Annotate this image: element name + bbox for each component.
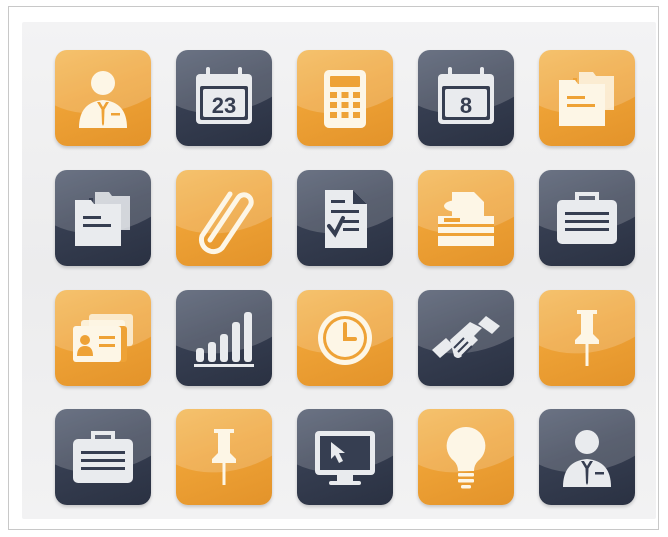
- calendar-day-label: 23: [212, 93, 236, 118]
- handshake-icon: [432, 316, 500, 358]
- monitor-tile[interactable]: [297, 409, 393, 505]
- briefcase-icon: [73, 431, 133, 483]
- clock-tile[interactable]: [297, 290, 393, 386]
- light-bulb-tile[interactable]: [418, 409, 514, 505]
- paperclip-tile[interactable]: [176, 170, 272, 266]
- pushpin-tile[interactable]: [539, 290, 635, 386]
- folders-icon: [75, 192, 130, 246]
- paperclip-icon: [198, 191, 254, 255]
- folders-icon: [559, 72, 614, 126]
- monitor-cursor-icon: [315, 431, 375, 485]
- checklist-tile[interactable]: [297, 170, 393, 266]
- calendar-23-tile[interactable]: 23: [176, 50, 272, 146]
- briefcase-tile[interactable]: [55, 409, 151, 505]
- pushpin-icon: [212, 429, 236, 485]
- calendar-icon: 23: [196, 67, 252, 124]
- briefcase-icon: [557, 192, 617, 244]
- checklist-document-icon: [325, 190, 367, 248]
- pushpin-tile[interactable]: [176, 409, 272, 505]
- icon-grid: 23 8: [0, 0, 668, 537]
- briefcase-tile[interactable]: [539, 170, 635, 266]
- folders-tile[interactable]: [539, 50, 635, 146]
- businessman-icon: [79, 71, 127, 128]
- businessman-tile[interactable]: [539, 409, 635, 505]
- fax-machine-icon: [438, 192, 494, 246]
- bar-chart-icon: [194, 312, 254, 367]
- businessman-tile[interactable]: [55, 50, 151, 146]
- handshake-tile[interactable]: [418, 290, 514, 386]
- fax-tile[interactable]: [418, 170, 514, 266]
- calculator-icon: [324, 70, 366, 128]
- business-cards-icon: [73, 314, 133, 362]
- calendar-day-label: 8: [460, 93, 472, 118]
- light-bulb-icon: [446, 426, 486, 489]
- calendar-8-tile[interactable]: 8: [418, 50, 514, 146]
- calculator-tile[interactable]: [297, 50, 393, 146]
- pushpin-icon: [575, 310, 599, 366]
- business-cards-tile[interactable]: [55, 290, 151, 386]
- bar-chart-tile[interactable]: [176, 290, 272, 386]
- calendar-icon: 8: [438, 67, 494, 124]
- folders-tile[interactable]: [55, 170, 151, 266]
- clock-icon: [318, 311, 372, 365]
- businessman-icon: [563, 430, 611, 487]
